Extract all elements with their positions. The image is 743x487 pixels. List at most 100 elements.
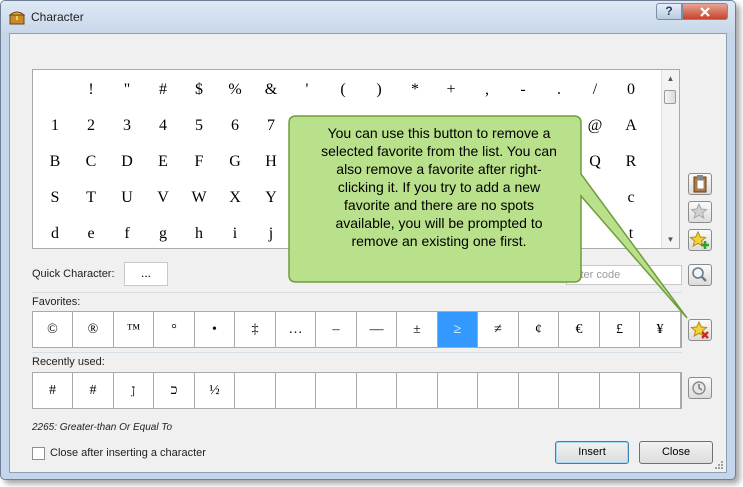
character-cell[interactable]: -	[505, 72, 541, 108]
favorite-cell[interactable]: ≥	[438, 312, 478, 347]
character-cell[interactable]: Y	[253, 180, 289, 216]
favorite-cell[interactable]: ™	[114, 312, 154, 347]
character-cell[interactable]: &	[253, 72, 289, 108]
recent-cell[interactable]	[560, 373, 600, 408]
favorite-cell[interactable]: ¢	[519, 312, 559, 347]
recent-cell[interactable]: #	[33, 373, 73, 408]
recent-cell[interactable]	[317, 373, 357, 408]
character-cell[interactable]: g	[145, 216, 181, 252]
quick-character-field[interactable]: ...	[124, 262, 168, 286]
recent-cell[interactable]	[438, 373, 478, 408]
favorite-cell[interactable]: ±	[398, 312, 438, 347]
favorite-cell[interactable]: ©	[33, 312, 73, 347]
character-cell[interactable]: 6	[217, 108, 253, 144]
character-cell[interactable]: $	[181, 72, 217, 108]
character-cell[interactable]: G	[217, 144, 253, 180]
add-favorite-button[interactable]	[688, 229, 712, 251]
character-cell[interactable]: "	[109, 72, 145, 108]
recent-cell[interactable]	[479, 373, 519, 408]
recent-cell[interactable]: ½	[195, 373, 235, 408]
character-cell[interactable]: S	[37, 180, 73, 216]
title-bar[interactable]: Character ?	[1, 1, 735, 33]
character-cell[interactable]: !	[73, 72, 109, 108]
favorite-cell[interactable]: –	[317, 312, 357, 347]
recent-cell[interactable]	[357, 373, 397, 408]
character-cell[interactable]: 1	[37, 108, 73, 144]
character-cell[interactable]: d	[37, 216, 73, 252]
character-cell[interactable]: ,	[469, 72, 505, 108]
close-button[interactable]: Close	[639, 441, 713, 464]
add-favorite-disabled-button[interactable]	[688, 201, 712, 223]
clear-recent-button[interactable]	[688, 377, 712, 399]
recent-cell[interactable]	[519, 373, 559, 408]
favorite-cell[interactable]: ‡	[236, 312, 276, 347]
character-cell[interactable]: @	[577, 108, 613, 144]
character-cell[interactable]: U	[109, 180, 145, 216]
character-cell[interactable]: H	[253, 144, 289, 180]
grid-scrollbar[interactable]: ▲ ▼	[661, 70, 679, 248]
character-cell[interactable]: 4	[145, 108, 181, 144]
character-cell[interactable]: +	[433, 72, 469, 108]
character-cell[interactable]: C	[73, 144, 109, 180]
character-cell[interactable]: '	[289, 72, 325, 108]
character-code-input[interactable]: cter code	[566, 265, 682, 285]
character-cell[interactable]: F	[181, 144, 217, 180]
character-cell[interactable]: )	[361, 72, 397, 108]
close-after-insert-label[interactable]: Close after inserting a character	[50, 447, 206, 459]
character-cell[interactable]: V	[145, 180, 181, 216]
character-cell[interactable]: E	[145, 144, 181, 180]
paste-button[interactable]	[688, 173, 712, 195]
favorite-cell[interactable]: ≠	[479, 312, 519, 347]
character-cell[interactable]: j	[253, 216, 289, 252]
remove-favorite-button[interactable]	[688, 319, 712, 341]
character-cell[interactable]: .	[541, 72, 577, 108]
recent-cell[interactable]	[600, 373, 640, 408]
character-cell[interactable]: B	[37, 144, 73, 180]
favorite-cell[interactable]: …	[276, 312, 316, 347]
character-cell[interactable]: Q	[577, 144, 613, 180]
scroll-up-icon[interactable]: ▲	[662, 70, 679, 87]
character-cell[interactable]: /	[577, 72, 613, 108]
recent-cell[interactable]: ֽן	[114, 373, 154, 408]
recent-cell[interactable]	[236, 373, 276, 408]
character-cell[interactable]: i	[217, 216, 253, 252]
scroll-thumb[interactable]	[664, 90, 676, 104]
favorite-cell[interactable]: £	[600, 312, 640, 347]
character-cell[interactable]: 5	[181, 108, 217, 144]
character-cell[interactable]: #	[145, 72, 181, 108]
character-cell[interactable]: h	[181, 216, 217, 252]
character-cell[interactable]: c	[613, 180, 649, 216]
recent-cell[interactable]	[641, 373, 681, 408]
insert-button[interactable]: Insert	[555, 441, 629, 464]
favorite-cell[interactable]: •	[195, 312, 235, 347]
window-close-button[interactable]	[682, 3, 728, 20]
character-cell[interactable]: 3	[109, 108, 145, 144]
character-cell[interactable]: f	[109, 216, 145, 252]
character-cell[interactable]: X	[217, 180, 253, 216]
favorite-cell[interactable]: ¥	[641, 312, 681, 347]
character-cell[interactable]: 7	[253, 108, 289, 144]
recent-cell[interactable]	[276, 373, 316, 408]
character-cell[interactable]: 0	[613, 72, 649, 108]
character-cell[interactable]: T	[73, 180, 109, 216]
scroll-down-icon[interactable]: ▼	[662, 231, 679, 248]
character-cell[interactable]: *	[397, 72, 433, 108]
search-code-button[interactable]	[688, 264, 712, 286]
character-cell[interactable]: R	[613, 144, 649, 180]
character-cell[interactable]: W	[181, 180, 217, 216]
resize-grip-icon[interactable]	[714, 460, 724, 470]
favorite-cell[interactable]: €	[560, 312, 600, 347]
recent-cell[interactable]: כ	[155, 373, 195, 408]
character-cell[interactable]: e	[73, 216, 109, 252]
recent-cell[interactable]	[398, 373, 438, 408]
recent-cell[interactable]: #	[74, 373, 114, 408]
favorite-cell[interactable]: °	[155, 312, 195, 347]
character-cell[interactable]: 2	[73, 108, 109, 144]
help-button[interactable]: ?	[656, 3, 682, 20]
character-cell[interactable]: %	[217, 72, 253, 108]
favorite-cell[interactable]: ®	[74, 312, 114, 347]
close-after-insert-checkbox[interactable]	[32, 447, 45, 460]
character-cell[interactable]: D	[109, 144, 145, 180]
character-cell[interactable]: A	[613, 108, 649, 144]
character-cell[interactable]: (	[325, 72, 361, 108]
